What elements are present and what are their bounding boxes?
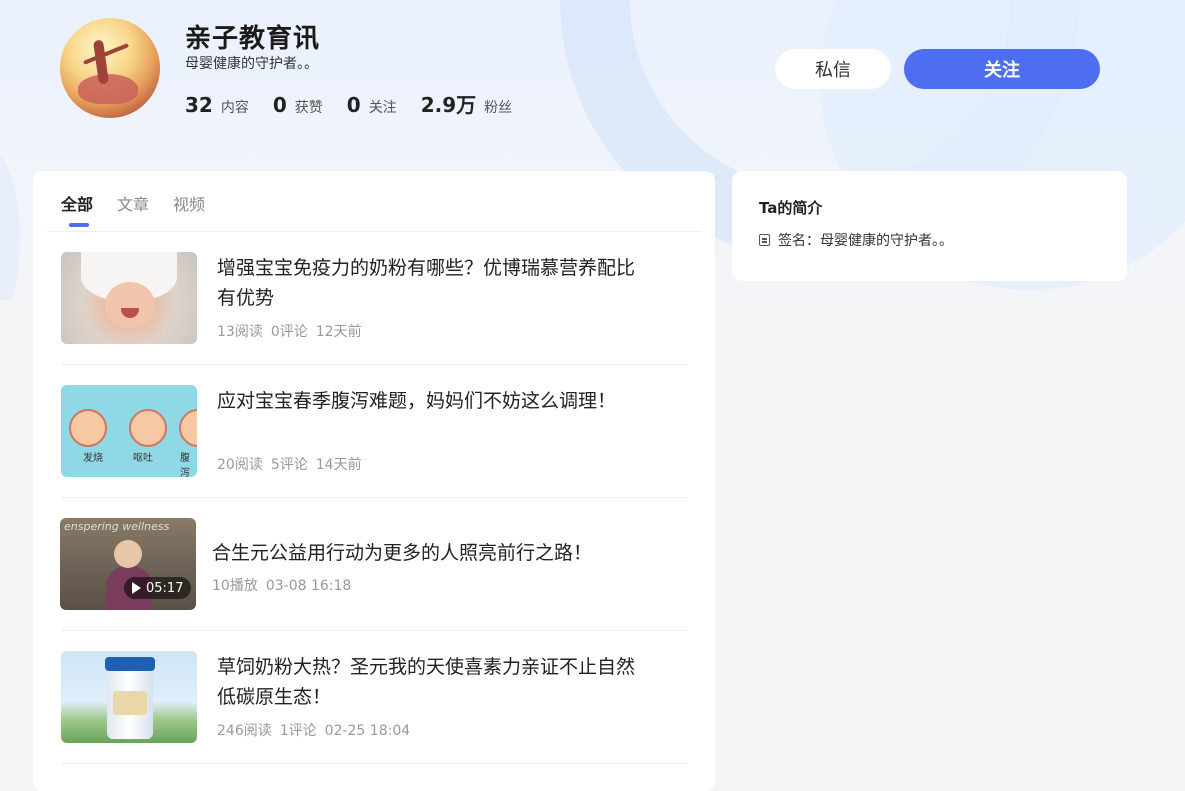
stat-number: 0 xyxy=(272,93,287,117)
thumb-cartoon-baby xyxy=(69,409,107,447)
stat-label: 粉丝 xyxy=(484,100,513,116)
thumb-watermark: enspering wellness xyxy=(64,520,170,533)
article-thumbnail[interactable]: 发烧 呕吐 腹泻 xyxy=(61,385,197,477)
thumb-cartoon-baby xyxy=(129,409,167,447)
thumb-label: 发烧 xyxy=(83,453,103,464)
divider xyxy=(61,763,688,764)
article-title[interactable]: 应对宝宝春季腹泻难题，妈妈们不妨这么调理！ xyxy=(217,386,637,416)
stat-number: 32 xyxy=(185,93,213,117)
play-icon xyxy=(132,582,141,594)
stat-number: 2.9万 xyxy=(420,93,477,117)
stat-content[interactable]: 32 内容 xyxy=(185,93,249,117)
profile-stats: 32 内容 0 获赞 0 关注 2.9万 粉丝 xyxy=(185,89,536,118)
duration-text: 05:17 xyxy=(146,580,184,596)
play-count: 10播放 xyxy=(212,578,258,594)
article-title[interactable]: 草饲奶粉大热？圣元我的天使喜素力亲证不止自然低碳原生态！ xyxy=(217,652,637,712)
list-item[interactable]: enspering wellness 05:17 合生元公益用行动为更多的人照亮… xyxy=(60,498,688,631)
tab-all[interactable]: 全部 xyxy=(61,191,93,227)
intro-title: Ta的简介 xyxy=(759,199,823,217)
publish-time: 12天前 xyxy=(315,324,362,340)
comment-count: 1评论 xyxy=(279,723,317,739)
read-count: 246阅读 xyxy=(217,723,272,739)
article-thumbnail[interactable] xyxy=(61,252,197,344)
article-title[interactable]: 增强宝宝免疫力的奶粉有哪些？优博瑞慕营养配比有优势 xyxy=(217,253,637,313)
video-thumbnail[interactable]: enspering wellness 05:17 xyxy=(60,518,196,610)
profile-name: 亲子教育讯 xyxy=(185,24,321,54)
video-meta: 10播放 03-08 16:18 xyxy=(212,575,359,595)
document-icon xyxy=(759,234,770,246)
stat-label: 获赞 xyxy=(294,100,323,116)
article-thumbnail[interactable] xyxy=(61,651,197,743)
thumb-cartoon-baby xyxy=(179,409,197,447)
thumb-baby-face xyxy=(105,282,155,328)
article-meta: 13阅读 0评论 12天前 xyxy=(217,321,370,341)
intro-signature: 签名：母婴健康的守护者。。 xyxy=(778,233,953,249)
content-tabs: 全部 文章 视频 xyxy=(61,191,229,227)
article-meta: 246阅读 1评论 02-25 18:04 xyxy=(217,720,418,740)
publish-time: 14天前 xyxy=(315,457,362,473)
video-title[interactable]: 合生元公益用行动为更多的人照亮前行之路！ xyxy=(212,538,652,568)
thumb-person-head xyxy=(114,540,142,568)
feed-card: 全部 文章 视频 增强宝宝免疫力的奶粉有哪些？优博瑞慕营养配比有优势 13阅读 0… xyxy=(33,171,715,791)
intro-card: Ta的简介 签名：母婴健康的守护者。。 xyxy=(732,171,1127,281)
thumb-can-label xyxy=(113,691,147,715)
thumb-label: 腹泻 xyxy=(180,453,190,477)
follow-button[interactable]: 关注 xyxy=(904,49,1100,89)
list-item[interactable]: 发烧 呕吐 腹泻 应对宝宝春季腹泻难题，妈妈们不妨这么调理！ 20阅读 5评论 14… xyxy=(61,365,688,498)
stat-followers[interactable]: 2.9万 粉丝 xyxy=(421,89,512,118)
stat-following[interactable]: 0 关注 xyxy=(347,93,397,117)
decor-circle-left xyxy=(0,150,20,300)
read-count: 13阅读 xyxy=(217,324,263,340)
article-meta: 20阅读 5评论 14天前 xyxy=(217,454,370,474)
video-duration: 05:17 xyxy=(124,577,192,599)
avatar[interactable] xyxy=(60,18,160,118)
comment-count: 0评论 xyxy=(270,324,308,340)
stat-label: 关注 xyxy=(368,100,397,116)
list-item[interactable]: 草饲奶粉大热？圣元我的天使喜素力亲证不止自然低碳原生态！ 246阅读 1评论 02-… xyxy=(61,631,688,764)
thumb-can-lid xyxy=(105,657,155,671)
list-item[interactable]: 增强宝宝免疫力的奶粉有哪些？优博瑞慕营养配比有优势 13阅读 0评论 12天前 xyxy=(61,232,688,365)
publish-time: 03-08 16:18 xyxy=(265,578,352,594)
tab-videos[interactable]: 视频 xyxy=(173,191,205,215)
stat-likes: 0 获赞 xyxy=(273,93,323,117)
publish-time: 02-25 18:04 xyxy=(324,723,411,739)
stat-number: 0 xyxy=(346,93,361,117)
message-button[interactable]: 私信 xyxy=(775,49,891,89)
read-count: 20阅读 xyxy=(217,457,263,473)
intro-signature-row: 签名：母婴健康的守护者。。 xyxy=(759,230,953,250)
comment-count: 5评论 xyxy=(270,457,308,473)
stat-label: 内容 xyxy=(220,100,249,116)
profile-bio: 母婴健康的守护者。。 xyxy=(185,56,318,72)
tab-articles[interactable]: 文章 xyxy=(117,191,149,215)
thumb-label: 呕吐 xyxy=(133,453,153,464)
